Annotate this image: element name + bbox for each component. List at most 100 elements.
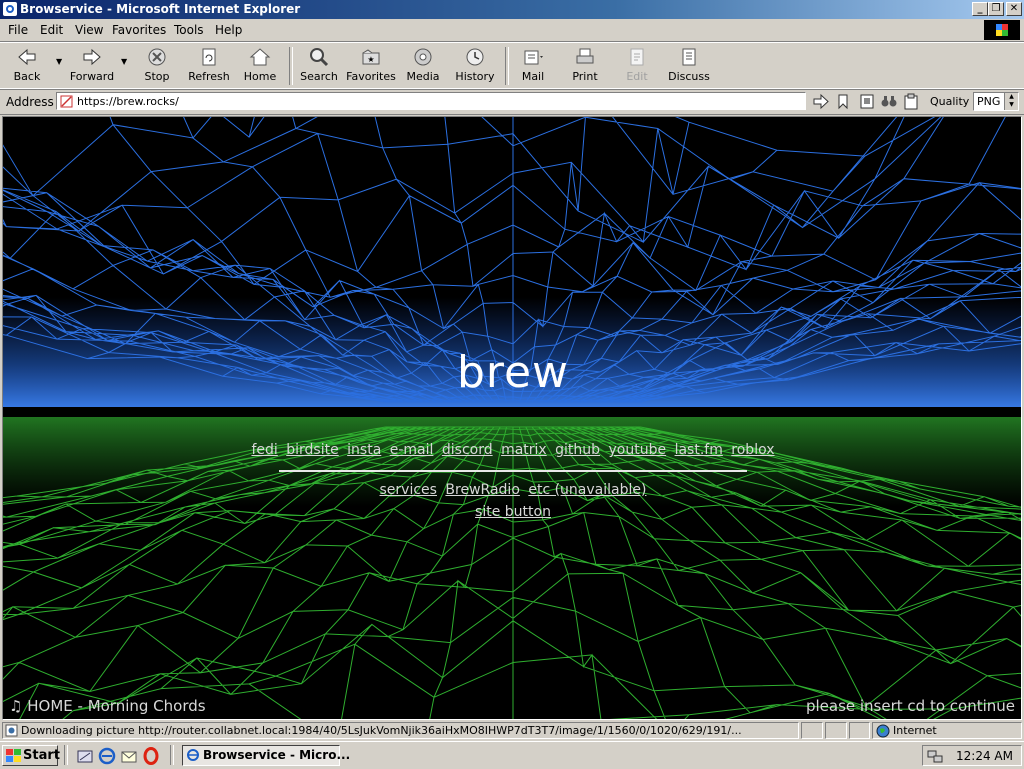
ie-icon	[3, 2, 17, 16]
link-roblox[interactable]: roblox	[731, 442, 774, 458]
forward-button[interactable]: Forward	[68, 45, 116, 87]
social-links: fedi birdsite insta e-mail discord matri…	[3, 442, 1021, 458]
clipboard-icon[interactable]	[902, 93, 920, 110]
title-bar: Browservice - Microsoft Internet Explore…	[0, 0, 1024, 19]
history-button[interactable]: History	[454, 45, 496, 87]
link-etc[interactable]: etc (unavailable)	[528, 482, 646, 498]
divider	[279, 470, 747, 472]
svg-text:★: ★	[367, 55, 374, 64]
page-zoom-icon[interactable]	[858, 93, 876, 110]
refresh-icon	[202, 48, 216, 66]
status-text: Downloading picture http://router.collab…	[21, 724, 742, 737]
bookmark-icon[interactable]	[834, 93, 852, 110]
print-button[interactable]: Print	[568, 45, 602, 87]
history-icon	[466, 48, 484, 66]
home-icon	[249, 48, 271, 66]
opera-icon[interactable]	[142, 747, 160, 765]
insert-cd-text: please insert cd to continue	[805, 697, 1015, 715]
now-playing-text: HOME - Morning Chords	[27, 697, 206, 715]
link-brewradio[interactable]: BrewRadio	[445, 482, 519, 498]
mail-button[interactable]: Mail	[514, 45, 552, 87]
show-desktop-icon[interactable]	[76, 747, 94, 765]
service-links: services BrewRadio etc (unavailable)	[3, 482, 1021, 498]
search-button[interactable]: Search	[298, 45, 340, 87]
link-github[interactable]: github	[555, 442, 600, 458]
status-panel-empty	[825, 722, 847, 739]
edit-button[interactable]: Edit	[622, 45, 652, 87]
address-bar: Address Quality PNG ▲▼	[0, 88, 1024, 115]
page-icon	[60, 95, 73, 108]
link-site-button[interactable]: site button	[475, 504, 551, 520]
find-binoculars-icon[interactable]	[880, 93, 898, 110]
discuss-button[interactable]: Discuss	[668, 45, 710, 87]
quality-spinner[interactable]: ▲ ▼	[1004, 93, 1018, 110]
restore-button[interactable]: ❐	[988, 2, 1004, 16]
edit-page-icon	[630, 48, 644, 66]
home-button[interactable]: Home	[242, 45, 278, 87]
link-birdsite[interactable]: birdsite	[286, 442, 338, 458]
outlook-express-icon[interactable]	[120, 747, 138, 765]
favorites-folder-icon: ★	[362, 49, 380, 65]
address-field[interactable]	[56, 92, 806, 110]
link-services[interactable]: services	[380, 482, 437, 498]
media-icon	[414, 48, 432, 66]
quality-label: Quality	[930, 95, 970, 108]
minimize-button[interactable]: _	[972, 2, 988, 16]
link-fedi[interactable]: fedi	[251, 442, 277, 458]
toolbar-separator	[289, 47, 293, 85]
link-email[interactable]: e-mail	[390, 442, 434, 458]
search-icon	[310, 48, 329, 67]
menu-tools[interactable]: Tools	[174, 23, 204, 37]
taskbar-separator	[64, 745, 68, 765]
link-youtube[interactable]: youtube	[609, 442, 667, 458]
address-label: Address	[6, 95, 54, 109]
mail-icon	[524, 50, 543, 65]
refresh-button[interactable]: Refresh	[186, 45, 232, 87]
forward-arrow-icon	[83, 48, 101, 66]
menu-file[interactable]: File	[8, 23, 28, 37]
quality-select[interactable]: PNG ▲ ▼	[973, 92, 1019, 111]
close-button[interactable]: ✕	[1006, 2, 1022, 16]
back-button[interactable]: Back	[6, 45, 48, 87]
clock[interactable]: 12:24 AM	[956, 749, 1013, 763]
menu-favorites[interactable]: Favorites	[112, 23, 166, 37]
taskbar: Start Browservice - Micro... 12:24 AM	[0, 741, 1024, 769]
network-icon[interactable]	[927, 748, 943, 764]
status-panel: Downloading picture http://router.collab…	[2, 722, 799, 739]
ie-task-icon	[187, 749, 199, 761]
menu-bar: File Edit View Favorites Tools Help	[0, 19, 1024, 42]
taskbar-button-browservice[interactable]: Browservice - Micro...	[182, 745, 350, 766]
zone-label: Internet	[893, 724, 937, 737]
status-panel-empty	[801, 722, 823, 739]
link-insta[interactable]: insta	[347, 442, 381, 458]
site-button-row: site button	[3, 504, 1021, 520]
discuss-icon	[682, 48, 696, 66]
link-discord[interactable]: discord	[442, 442, 493, 458]
media-button[interactable]: Media	[404, 45, 442, 87]
internet-explorer-icon[interactable]	[98, 747, 116, 765]
address-input[interactable]	[77, 94, 797, 108]
forward-dropdown-icon[interactable]: ▼	[121, 57, 127, 66]
link-matrix[interactable]: matrix	[501, 442, 547, 458]
start-button[interactable]: Start	[2, 745, 60, 766]
go-arrow-icon[interactable]	[812, 93, 830, 110]
system-tray: 12:24 AM	[922, 745, 1022, 766]
menu-edit[interactable]: Edit	[40, 23, 63, 37]
stop-button[interactable]: Stop	[140, 45, 174, 87]
back-dropdown-icon[interactable]: ▼	[56, 57, 62, 66]
favorites-button[interactable]: ★ Favorites	[346, 45, 396, 87]
globe-icon	[876, 724, 890, 738]
toolbar-separator	[505, 47, 509, 85]
page-viewport[interactable]: brew fedi birdsite insta e-mail discord …	[2, 116, 1022, 720]
page-loading-icon	[5, 724, 18, 737]
security-zone: Internet	[872, 722, 1022, 739]
back-arrow-icon	[18, 48, 36, 66]
stop-icon	[148, 48, 166, 66]
now-playing[interactable]: ♫ HOME - Morning Chords	[9, 697, 206, 715]
link-lastfm[interactable]: last.fm	[675, 442, 723, 458]
wireframe-background	[3, 117, 1021, 719]
taskbar-separator	[170, 745, 174, 765]
menu-view[interactable]: View	[75, 23, 103, 37]
menu-help[interactable]: Help	[215, 23, 242, 37]
quality-value: PNG	[977, 95, 1001, 108]
